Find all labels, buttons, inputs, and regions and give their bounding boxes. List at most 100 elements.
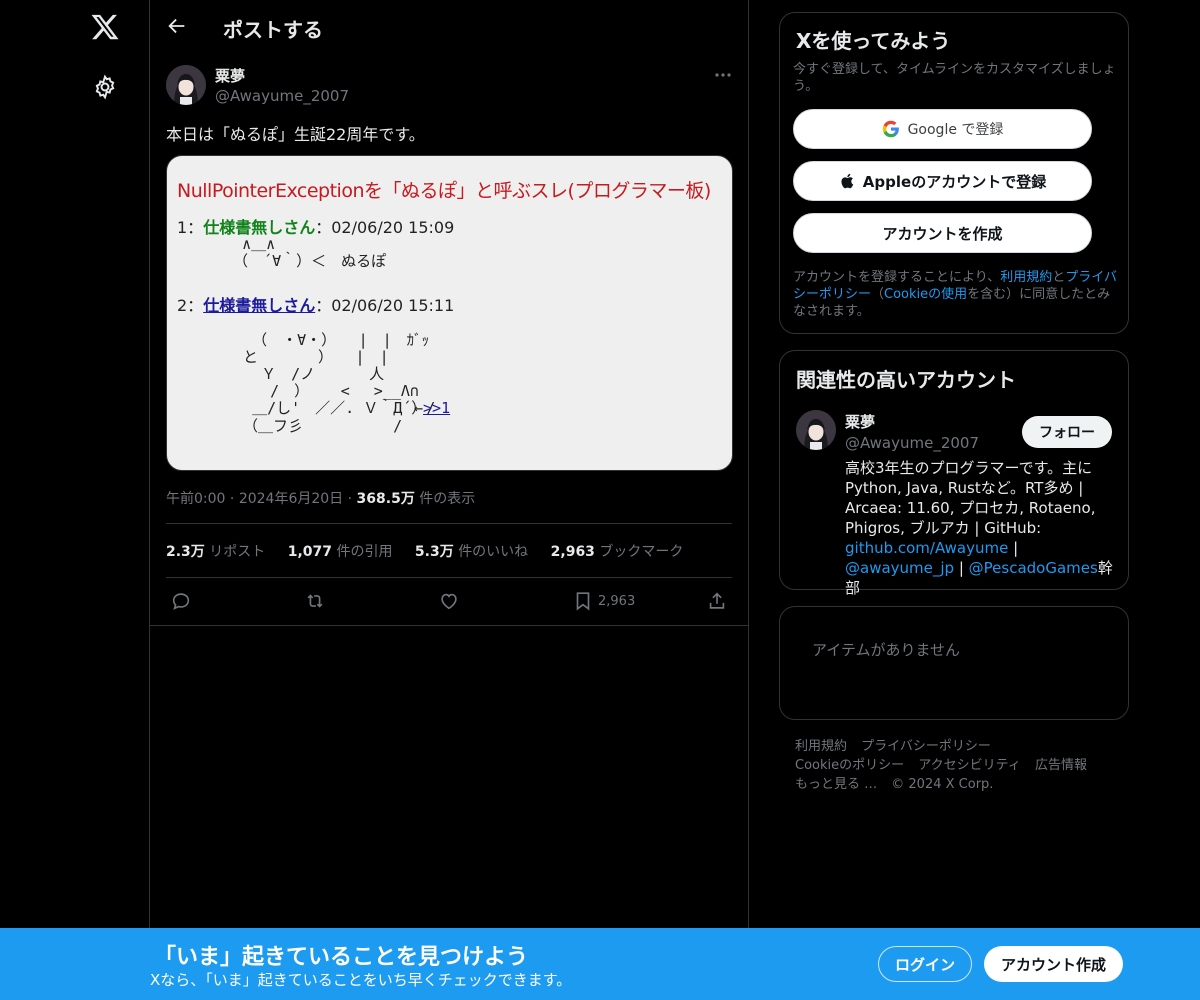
bookmark-button[interactable]: 2,963: [572, 588, 635, 614]
header-bar: ポストする: [150, 0, 748, 53]
arrow-left-icon[interactable]: [166, 15, 188, 37]
image-thread-title: NullPointerExceptionを「ぬるぽ」と呼ぶスレ(プログラマー板): [177, 180, 711, 202]
banner-title: 「いま」起きていることを見つけよう: [154, 945, 529, 970]
signup-legal-text: アカウントを登録することにより、利用規約とプライバシーポリシー（Cookieの使…: [793, 269, 1118, 320]
apple-signup-button[interactable]: Appleのアカウントで登録: [793, 161, 1092, 201]
views-count: 368.5万: [356, 491, 415, 507]
recommended-name[interactable]: 粟夢: [845, 411, 875, 432]
signup-button[interactable]: アカウント作成: [984, 946, 1123, 982]
footer-privacy-link[interactable]: プライバシーポリシー: [861, 739, 991, 754]
image-post-2-number: 2：: [177, 296, 204, 315]
relevant-accounts-title: 関連性の高いアカウント: [796, 368, 1016, 392]
post-date[interactable]: 2024年6月20日: [239, 491, 343, 507]
likes-label: 件のいいね: [458, 544, 529, 560]
footer-links: 利用規約 プライバシーポリシー Cookieのポリシー アクセシビリティ 広告情…: [795, 737, 1125, 794]
reposts-stat[interactable]: 2.3万 リポスト: [166, 544, 265, 560]
google-signup-label: Google で登録: [907, 122, 1004, 138]
gear-icon[interactable]: [92, 74, 118, 100]
heart-icon[interactable]: [438, 588, 460, 614]
relevant-accounts-card: 関連性の高いアカウント 粟夢 @Awayume_2007 フォロー 高校3年生の…: [779, 350, 1129, 597]
bio-separator: |: [954, 559, 969, 577]
left-nav: [0, 0, 149, 1000]
quotes-label: 件の引用: [336, 544, 393, 560]
banner-subtitle: Xなら、「いま」起きていることをいち早くチェックできます。: [150, 971, 572, 989]
share-icon[interactable]: [706, 588, 728, 614]
avatar[interactable]: [796, 410, 836, 450]
quotes-stat[interactable]: 1,077 件の引用: [288, 544, 393, 560]
bio-link-awayume-jp[interactable]: @awayume_jp: [845, 559, 954, 577]
image-post-1-date: ：02/06/20 15:09: [315, 218, 455, 237]
image-post-2-anchor-row: ←>>1: [414, 400, 450, 417]
create-account-button[interactable]: アカウントを作成: [793, 213, 1092, 253]
apple-signup-label: Appleのアカウントで登録: [862, 172, 1047, 191]
footer-more-link[interactable]: もっと見る …: [795, 777, 877, 792]
repost-icon[interactable]: [304, 588, 326, 614]
bio-link-pescadogames[interactable]: @PescadoGames: [969, 559, 1098, 577]
recommended-handle[interactable]: @Awayume_2007: [845, 434, 979, 452]
post-text: 本日は「ぬるぽ」生誕22周年です。: [166, 125, 425, 144]
reply-icon[interactable]: [170, 588, 192, 614]
reposts-label: リポスト: [209, 544, 266, 560]
likes-stat[interactable]: 5.3万 件のいいね: [415, 544, 528, 560]
divider: [166, 577, 732, 578]
image-post-1-number: 1：: [177, 218, 204, 237]
quotes-count: 1,077: [287, 544, 333, 560]
post-meta: 午前0:00 · 2024年6月20日 · 368.5万 件の表示: [166, 491, 476, 507]
google-icon: [882, 120, 900, 138]
apple-icon: [839, 172, 857, 190]
image-post-2-ascii-art: （ ・∀・） | | ｶﾞｯ と ） | | Ｙ /ノ 人 / ） < >__Λ…: [243, 331, 436, 417]
terms-link[interactable]: 利用規約: [1000, 270, 1052, 285]
signup-banner: 「いま」起きていることを見つけよう Xなら、「いま」起きていることをいち早くチェ…: [0, 928, 1200, 1000]
create-account-label: アカウントを作成: [882, 224, 1003, 243]
legal-prefix: アカウントを登録することにより、: [793, 270, 1001, 285]
image-post-2-ascii-art-tail: （＿フ彡 /: [225, 417, 403, 435]
more-options-icon[interactable]: [712, 65, 734, 85]
bio-text: 高校3年生のプログラマーです。主にPython, Java, Rustなど。RT…: [845, 459, 1096, 537]
views-label: 件の表示: [419, 491, 476, 507]
trends-card: アイテムがありません: [779, 606, 1129, 720]
post-stats: 2.3万 リポスト 1,077 件の引用 5.3万 件のいいね 2,963 ブッ…: [166, 541, 701, 561]
bookmark-icon: [572, 590, 594, 612]
reposts-count: 2.3万: [166, 544, 205, 560]
post-time[interactable]: 午前0:00: [166, 491, 225, 507]
google-signup-button[interactable]: Google で登録: [793, 109, 1092, 149]
image-post-2-header: 2：仕様書無しさん：02/06/20 15:11: [177, 292, 454, 316]
page-title: ポストする: [223, 18, 323, 42]
author-name[interactable]: 粟夢: [215, 65, 245, 86]
author-handle[interactable]: @Awayume_2007: [215, 87, 349, 105]
footer-accessibility-link[interactable]: アクセシビリティ: [918, 758, 1021, 773]
footer-copyright: © 2024 X Corp.: [891, 777, 994, 792]
divider: [150, 625, 748, 626]
avatar[interactable]: [166, 65, 206, 105]
signup-card-title: Xを使ってみよう: [796, 29, 951, 53]
bookmark-count: 2,963: [598, 593, 636, 609]
bookmarks-count: 2,963: [550, 544, 595, 560]
likes-count: 5.3万: [414, 544, 454, 560]
cookie-link[interactable]: Cookieの使用: [884, 287, 967, 302]
signup-card-subtitle: 今すぐ登録して、タイムラインをカスタマイズしましょう。: [793, 62, 1116, 94]
footer-ads-link[interactable]: 広告情報: [1035, 758, 1087, 773]
recommended-bio: 高校3年生のプログラマーです。主にPython, Java, Rustなど。RT…: [845, 458, 1120, 598]
post-actions: 2,963: [166, 588, 732, 616]
image-post-2-anchor-link: >>1: [423, 399, 451, 417]
legal-and: と: [1052, 270, 1066, 285]
image-post-2-name: 仕様書無しさん: [203, 296, 316, 315]
post-image[interactable]: NullPointerExceptionを「ぬるぽ」と呼ぶスレ(プログラマー板)…: [166, 155, 733, 471]
signup-card: Xを使ってみよう 今すぐ登録して、タイムラインをカスタマイズしましょう。 Goo…: [779, 12, 1129, 334]
main-column: ポストする 粟夢 @Awayume_2007 本日は「ぬるぽ」生誕22周年です。…: [149, 0, 749, 1000]
follow-button[interactable]: フォロー: [1022, 416, 1112, 448]
bio-separator: |: [1008, 539, 1019, 557]
legal-cookie-open: （: [871, 287, 885, 302]
image-post-1-ascii-art: ∧＿∧ （ ´∀｀）＜ ぬるぽ: [233, 235, 387, 270]
bio-link-github[interactable]: github.com/Awayume: [845, 539, 1008, 557]
bookmarks-label: ブックマーク: [599, 544, 684, 560]
footer-terms-link[interactable]: 利用規約: [795, 739, 847, 754]
footer-cookie-link[interactable]: Cookieのポリシー: [795, 758, 904, 773]
empty-state-text: アイテムがありません: [812, 641, 961, 659]
login-button[interactable]: ログイン: [878, 946, 972, 982]
app-root: ポストする 粟夢 @Awayume_2007 本日は「ぬるぽ」生誕22周年です。…: [0, 0, 1200, 1000]
divider: [166, 523, 732, 524]
bookmarks-stat: 2,963 ブックマーク: [551, 544, 684, 560]
x-logo-icon[interactable]: [90, 12, 120, 42]
image-post-2-anchor-arrow: ←: [414, 399, 424, 417]
